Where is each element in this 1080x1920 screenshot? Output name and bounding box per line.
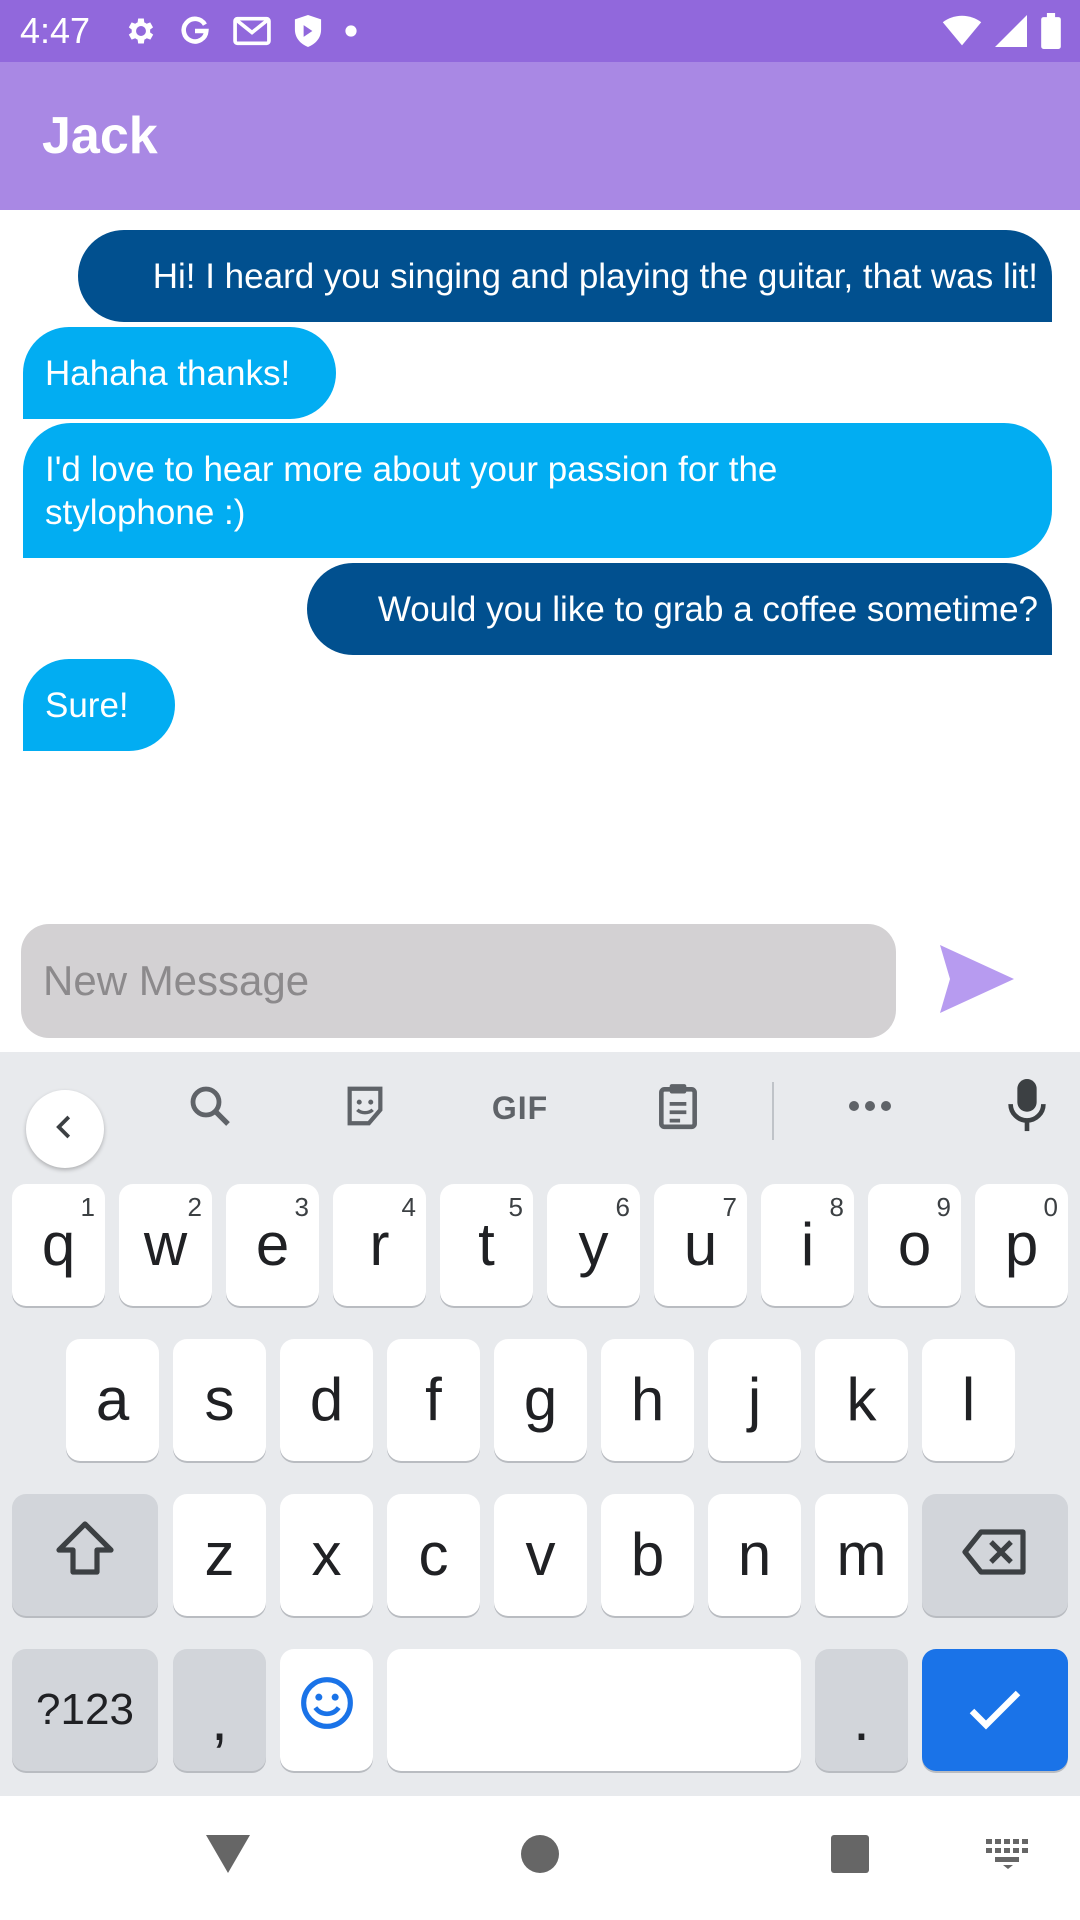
message-bubble-received[interactable]: Hahaha thanks! [23, 327, 336, 419]
symbols-key[interactable]: ?123 [12, 1649, 158, 1771]
key-n[interactable]: n [708, 1494, 801, 1616]
comma-key[interactable]: , [173, 1649, 266, 1771]
key-o[interactable]: o9 [868, 1184, 961, 1306]
navigation-bar [0, 1796, 1080, 1920]
sticker-icon [342, 1083, 388, 1134]
microphone-icon [1007, 1078, 1047, 1138]
send-icon [938, 943, 1016, 1020]
key-h[interactable]: h [601, 1339, 694, 1461]
emoji-key[interactable] [280, 1649, 373, 1771]
keyboard-sticker-button[interactable] [325, 1076, 405, 1140]
key-a[interactable]: a [66, 1339, 159, 1461]
keyboard-switch-icon [986, 1838, 1030, 1874]
status-time: 4:47 [20, 10, 91, 51]
home-circle-icon [519, 1833, 561, 1880]
key-u[interactable]: u7 [654, 1184, 747, 1306]
key-l[interactable]: l [922, 1339, 1015, 1461]
backspace-key[interactable] [922, 1494, 1068, 1616]
gif-icon: GIF [491, 1089, 549, 1126]
gmail-icon [232, 14, 272, 48]
enter-key[interactable] [922, 1649, 1068, 1771]
keyboard-voice-button[interactable] [987, 1076, 1067, 1140]
key-f[interactable]: f [387, 1339, 480, 1461]
key-x[interactable]: x [280, 1494, 373, 1616]
soft-keyboard: GIF q1 w2 e3 r4 t5 y6 u7 i8 o9 p0 a s d … [0, 1052, 1080, 1796]
keyboard-gif-button[interactable]: GIF [480, 1076, 560, 1140]
key-m[interactable]: m [815, 1494, 908, 1616]
conversation-title: Jack [42, 107, 158, 165]
message-bubble-sent[interactable]: Would you like to grab a coffee sometime… [307, 563, 1052, 655]
shift-key[interactable] [12, 1494, 158, 1616]
key-p[interactable]: p0 [975, 1184, 1068, 1306]
key-w[interactable]: w2 [119, 1184, 212, 1306]
key-j[interactable]: j [708, 1339, 801, 1461]
key-v[interactable]: v [494, 1494, 587, 1616]
message-bubble-received[interactable]: Sure! [23, 659, 175, 751]
key-c[interactable]: c [387, 1494, 480, 1616]
message-list[interactable]: Hi! I heard you singing and playing the … [0, 210, 1080, 910]
shift-arrow-icon [55, 1520, 115, 1590]
status-system-icons [942, 12, 1062, 50]
checkmark-icon [968, 1676, 1022, 1745]
clipboard-icon [656, 1081, 700, 1136]
message-input[interactable] [21, 924, 896, 1038]
message-bubble-sent[interactable]: Hi! I heard you singing and playing the … [78, 230, 1052, 322]
backspace-icon [961, 1521, 1029, 1590]
search-icon [186, 1082, 234, 1135]
keyboard-clipboard-button[interactable] [638, 1076, 718, 1140]
signal-icon [994, 15, 1028, 47]
period-key[interactable]: . [815, 1649, 908, 1771]
nav-home-button[interactable] [510, 1826, 570, 1886]
more-icon [847, 1099, 893, 1118]
toolbar-divider [772, 1082, 774, 1140]
message-bubble-received[interactable]: I'd love to hear more about your passion… [23, 423, 1052, 558]
keyboard-collapse-button[interactable] [26, 1090, 104, 1168]
shield-icon [292, 13, 324, 49]
nav-keyboard-switch-button[interactable] [978, 1826, 1038, 1886]
key-e[interactable]: e3 [226, 1184, 319, 1306]
dot-icon [344, 24, 358, 38]
status-bar: 4:47 [0, 0, 1080, 62]
keyboard-search-button[interactable] [170, 1076, 250, 1140]
chevron-left-icon [50, 1112, 80, 1147]
status-notification-icons [124, 12, 358, 50]
key-g[interactable]: g [494, 1339, 587, 1461]
key-k[interactable]: k [815, 1339, 908, 1461]
key-s[interactable]: s [173, 1339, 266, 1461]
send-button[interactable] [936, 938, 1018, 1024]
wifi-icon [942, 15, 982, 47]
nav-recents-button[interactable] [820, 1826, 880, 1886]
key-b[interactable]: b [601, 1494, 694, 1616]
back-triangle-icon [205, 1833, 251, 1880]
space-key[interactable] [387, 1649, 801, 1771]
emoji-smiley-icon [299, 1675, 355, 1745]
key-z[interactable]: z [173, 1494, 266, 1616]
google-g-icon [178, 14, 212, 48]
key-i[interactable]: i8 [761, 1184, 854, 1306]
key-t[interactable]: t5 [440, 1184, 533, 1306]
keyboard-more-button[interactable] [830, 1076, 910, 1140]
gear-icon [124, 14, 158, 48]
app-bar: Jack [0, 62, 1080, 210]
nav-back-button[interactable] [198, 1826, 258, 1886]
key-r[interactable]: r4 [333, 1184, 426, 1306]
key-q[interactable]: q1 [12, 1184, 105, 1306]
key-d[interactable]: d [280, 1339, 373, 1461]
keyboard-toolbar: GIF [0, 1052, 1080, 1168]
recents-square-icon [830, 1834, 870, 1879]
battery-icon [1040, 13, 1062, 49]
key-y[interactable]: y6 [547, 1184, 640, 1306]
